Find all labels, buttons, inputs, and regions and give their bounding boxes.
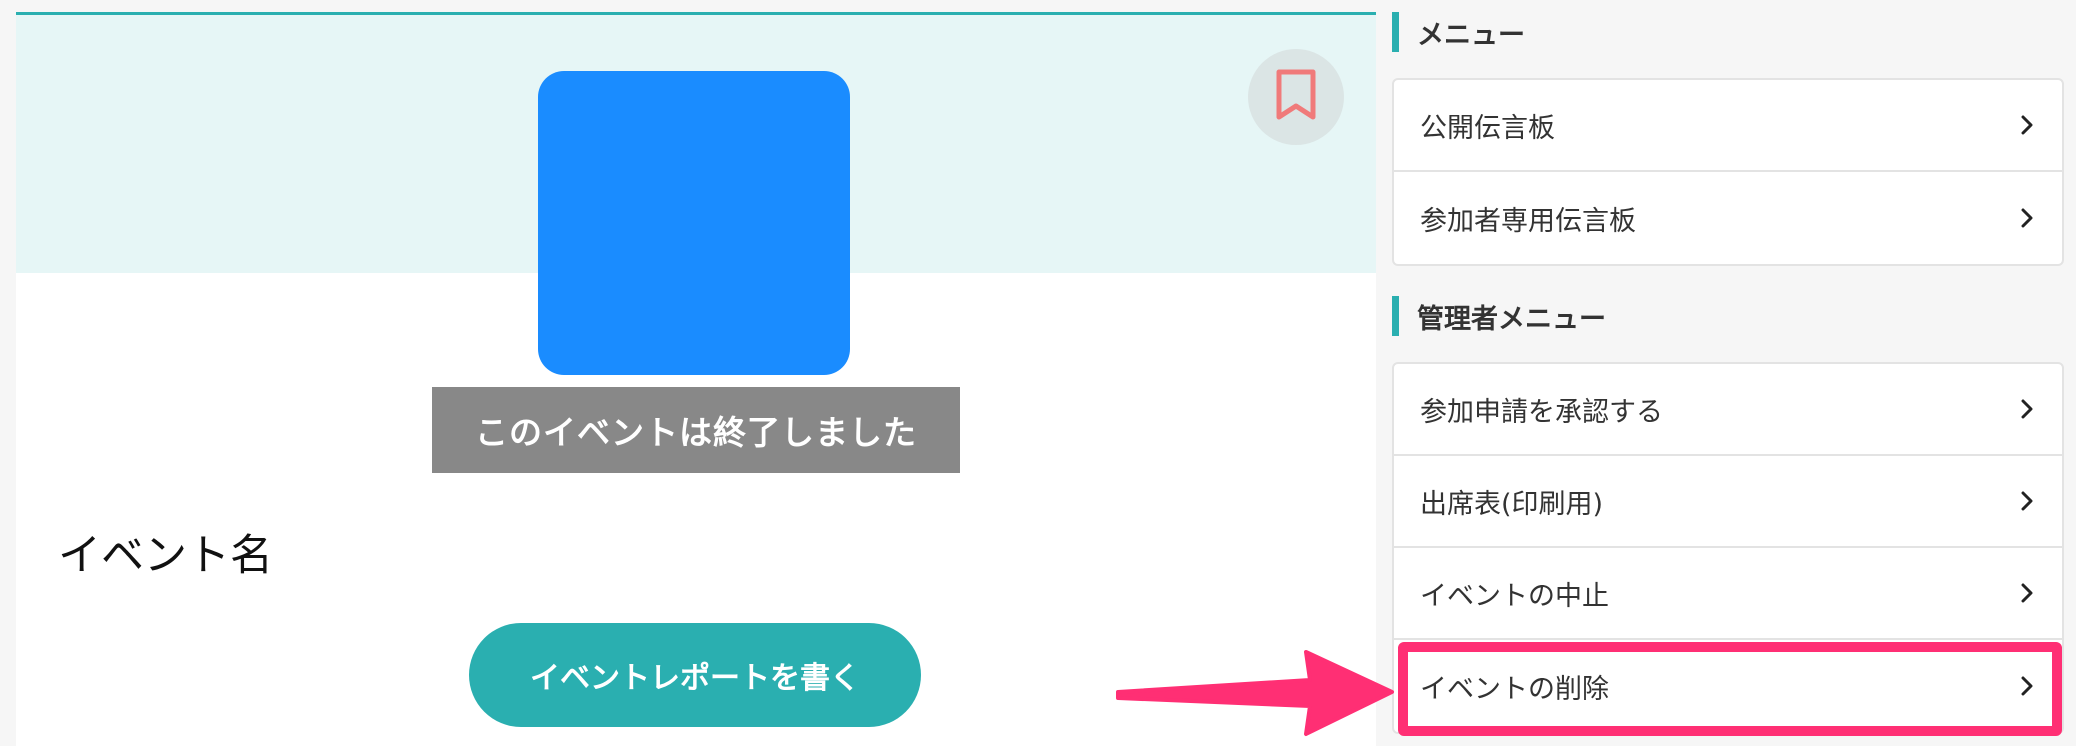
admin-menu-section-title: 管理者メニュー bbox=[1392, 296, 1606, 336]
menu-item-delete-event[interactable]: イベントの削除 bbox=[1394, 640, 2062, 732]
section-accent-bar bbox=[1392, 12, 1399, 52]
chevron-right-icon bbox=[2020, 675, 2034, 697]
menu-item-label: イベントの中止 bbox=[1420, 580, 1609, 612]
event-image bbox=[538, 71, 850, 375]
event-name: イベント名 bbox=[58, 531, 273, 581]
section-accent-bar bbox=[1392, 296, 1399, 336]
menu-item-cancel-event[interactable]: イベントの中止 bbox=[1394, 548, 2062, 640]
menu-item-label: 参加者専用伝言板 bbox=[1420, 205, 1636, 237]
menu-item-participant-board[interactable]: 参加者専用伝言板 bbox=[1394, 172, 2062, 264]
menu-item-label: 公開伝言板 bbox=[1420, 112, 1555, 144]
menu-item-attendance-sheet[interactable]: 出席表(印刷用) bbox=[1394, 456, 2062, 548]
menu-item-label: 出席表(印刷用) bbox=[1420, 488, 1604, 520]
bookmark-icon bbox=[1274, 68, 1318, 126]
menu-list: 公開伝言板 参加者専用伝言板 bbox=[1392, 78, 2064, 266]
admin-menu-title: 管理者メニュー bbox=[1417, 303, 1606, 335]
menu-item-public-board[interactable]: 公開伝言板 bbox=[1394, 80, 2062, 172]
bookmark-button[interactable] bbox=[1248, 49, 1344, 145]
menu-title: メニュー bbox=[1417, 19, 1525, 51]
menu-item-label: 参加申請を承認する bbox=[1420, 396, 1663, 428]
chevron-right-icon bbox=[2020, 490, 2034, 512]
event-card: このイベントは終了しました イベント名 イベントレポートを書く bbox=[16, 12, 1376, 746]
event-ended-banner: このイベントは終了しました bbox=[432, 387, 960, 473]
menu-item-approve-requests[interactable]: 参加申請を承認する bbox=[1394, 364, 2062, 456]
write-event-report-button[interactable]: イベントレポートを書く bbox=[469, 623, 921, 727]
chevron-right-icon bbox=[2020, 114, 2034, 136]
chevron-right-icon bbox=[2020, 398, 2034, 420]
chevron-right-icon bbox=[2020, 207, 2034, 229]
menu-section-title: メニュー bbox=[1392, 12, 1525, 52]
admin-menu-list: 参加申請を承認する 出席表(印刷用) イベントの中止 イベントの削除 bbox=[1392, 362, 2064, 734]
chevron-right-icon bbox=[2020, 582, 2034, 604]
menu-item-label: イベントの削除 bbox=[1420, 673, 1609, 705]
